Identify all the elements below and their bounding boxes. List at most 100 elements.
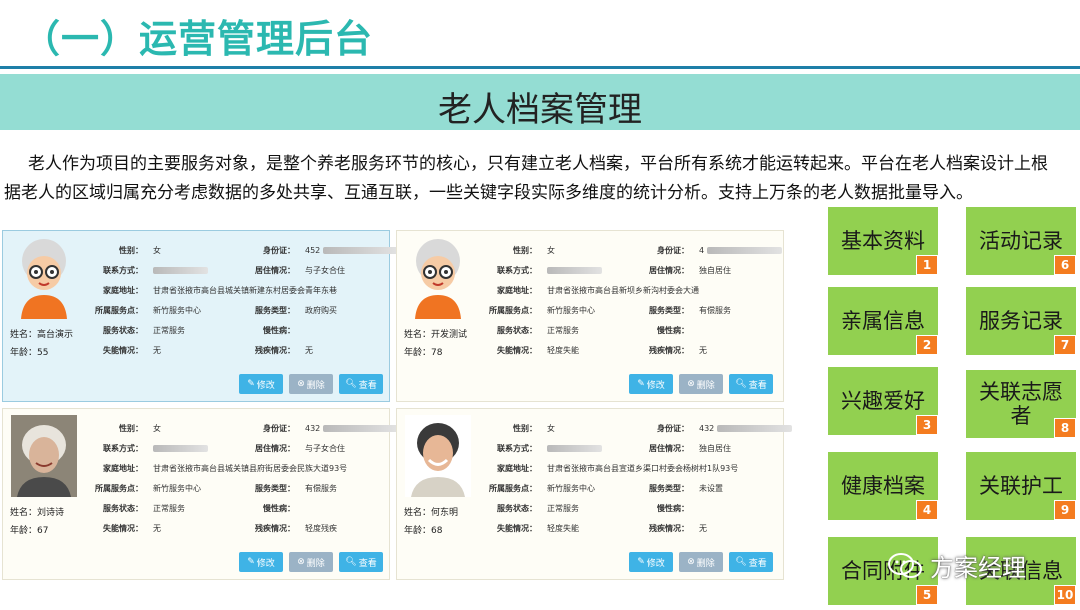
address-label: 家庭地址：	[497, 286, 537, 295]
service-type-label: 服务类型：	[649, 484, 689, 493]
address-value: 甘肃省张掖市高台县宣道乡渠口村委会杨树村1队93号	[547, 464, 739, 473]
module-tile-service-records[interactable]: 服务记录 7	[966, 287, 1076, 355]
elder-card[interactable]: 姓名：何东明 年龄：68 性别： 女 身份证： 432 联系方式： 居住情况： 独自居…	[396, 408, 792, 580]
redacted-phone	[153, 267, 208, 274]
living-label: 居住情况：	[255, 266, 295, 275]
magnifier-icon: 🔍︎	[735, 557, 747, 567]
module-label: 活动记录	[979, 229, 1063, 253]
view-label: 查看	[358, 558, 377, 569]
view-label: 查看	[748, 558, 767, 569]
elder-card[interactable]: 姓名：开发测试 年龄：78 性别： 女 身份证： 4 联系方式： 居住情况： 独自居住…	[396, 230, 784, 402]
service-type-value: 有偿服务	[305, 484, 337, 493]
edit-button[interactable]: ✎ 修改	[629, 552, 673, 572]
gender-label: 性别：	[119, 246, 143, 255]
module-tile-basic-info[interactable]: 基本资料 1	[828, 207, 938, 275]
service-point-value: 新竹服务中心	[153, 484, 201, 493]
view-button[interactable]: 🔍︎ 查看	[729, 374, 773, 394]
disability-label: 残疾情况：	[649, 524, 689, 533]
delete-icon: ⊗	[297, 379, 305, 389]
disability-label: 残疾情况：	[649, 346, 689, 355]
elder-photo-avatar	[11, 415, 77, 497]
banner-title: 老人档案管理	[438, 90, 642, 130]
delete-button[interactable]: ⊗ 删除	[679, 552, 723, 572]
module-label: 基本资料	[841, 229, 925, 253]
id-value: 4	[699, 246, 705, 255]
edit-label: 修改	[646, 558, 665, 569]
disability-loss-value: 无	[153, 346, 161, 355]
delete-icon: ⊗	[297, 557, 305, 567]
service-point-label: 所属服务点：	[489, 484, 537, 493]
module-tile-hobbies[interactable]: 兴趣爱好 3	[828, 367, 938, 435]
edit-button[interactable]: ✎ 修改	[239, 374, 283, 394]
service-status-label: 服务状态：	[497, 326, 537, 335]
section-divider	[0, 66, 1080, 69]
cartoon-granny-avatar-icon	[21, 239, 67, 319]
redacted-id	[706, 247, 782, 254]
module-number-badge: 8	[1054, 418, 1076, 438]
gender-value: 女	[153, 246, 161, 255]
service-point-label: 所属服务点：	[95, 484, 143, 493]
view-button[interactable]: 🔍︎ 查看	[339, 374, 383, 394]
slide: （一）运营管理后台 老人档案管理 老人作为项目的主要服务对象，是整个养老服务环节…	[0, 0, 1080, 610]
elder-age: 年龄：68	[404, 526, 443, 536]
id-label: 身份证：	[657, 246, 689, 255]
elder-name: 姓名：开发测试	[404, 330, 468, 340]
disability-value: 无	[699, 346, 707, 355]
edit-label: 修改	[646, 380, 665, 391]
pencil-icon: ✎	[637, 557, 645, 567]
wechat-icon	[888, 552, 922, 578]
id-value: 432	[699, 424, 715, 433]
module-tile-linked-volunteers[interactable]: 关联志愿者 8	[966, 370, 1076, 438]
disability-loss-label: 失能情况：	[497, 524, 537, 533]
delete-button[interactable]: ⊗ 删除	[289, 552, 333, 572]
view-label: 查看	[358, 380, 377, 391]
view-button[interactable]: 🔍︎ 查看	[729, 552, 773, 572]
delete-button[interactable]: ⊗ 删除	[679, 374, 723, 394]
module-number-badge: 4	[916, 500, 938, 520]
gender-label: 性别：	[513, 246, 537, 255]
address-value: 甘肃省张掖市高台县城关镇新建东村居委会青年东巷	[153, 286, 337, 295]
module-tile-activity-records[interactable]: 活动记录 6	[966, 207, 1076, 275]
contact-label: 联系方式：	[497, 266, 537, 275]
view-label: 查看	[748, 380, 767, 391]
living-value: 与子女合住	[305, 444, 345, 453]
service-point-label: 所属服务点：	[489, 306, 537, 315]
living-label: 居住情况：	[649, 444, 689, 453]
service-status-label: 服务状态：	[103, 326, 143, 335]
edit-button[interactable]: ✎ 修改	[239, 552, 283, 572]
module-tile-health-records[interactable]: 健康档案 4	[828, 452, 938, 520]
service-status-value: 正常服务	[547, 504, 579, 513]
disability-loss-label: 失能情况：	[497, 346, 537, 355]
module-number-badge: 6	[1054, 255, 1076, 275]
module-number-badge: 7	[1054, 335, 1076, 355]
module-label: 兴趣爱好	[841, 389, 925, 413]
elder-card[interactable]: 姓名：高台演示 年龄：55 性别： 女 身份证： 452 联系方式： 居住情况： 与子…	[2, 230, 398, 402]
elder-card[interactable]: 姓名：刘诗诗 年龄：67 性别： 女 身份证： 432 联系方式： 居住情况： 与子女…	[2, 408, 398, 580]
service-status-value: 正常服务	[153, 326, 185, 335]
service-status-value: 正常服务	[547, 326, 579, 335]
elder-age: 年龄：67	[10, 526, 49, 536]
delete-button[interactable]: ⊗ 删除	[289, 374, 333, 394]
id-label: 身份证：	[263, 246, 295, 255]
module-tile-relatives[interactable]: 亲属信息 2	[828, 287, 938, 355]
edit-button[interactable]: ✎ 修改	[629, 374, 673, 394]
contact-label: 联系方式：	[103, 444, 143, 453]
view-button[interactable]: 🔍︎ 查看	[339, 552, 383, 572]
address-value: 甘肃省张掖市高台县城关镇县府街居委会民族大道93号	[153, 464, 348, 473]
module-number-badge: 10	[1054, 585, 1076, 605]
disability-value: 无	[305, 346, 313, 355]
service-point-value: 新竹服务中心	[547, 306, 595, 315]
elder-age: 年龄：78	[404, 348, 443, 358]
disability-value: 无	[699, 524, 707, 533]
living-value: 独自居住	[699, 266, 731, 275]
disability-loss-value: 轻度失能	[547, 346, 579, 355]
service-point-label: 所属服务点：	[95, 306, 143, 315]
magnifier-icon: 🔍︎	[345, 557, 357, 567]
edit-label: 修改	[256, 558, 275, 569]
elder-name: 姓名：何东明	[404, 508, 459, 518]
service-point-value: 新竹服务中心	[153, 306, 201, 315]
redacted-id	[716, 425, 792, 432]
chronic-label: 慢性病：	[263, 326, 295, 335]
module-label: 健康档案	[841, 474, 925, 498]
module-tile-linked-caregivers[interactable]: 关联护工 9	[966, 452, 1076, 520]
